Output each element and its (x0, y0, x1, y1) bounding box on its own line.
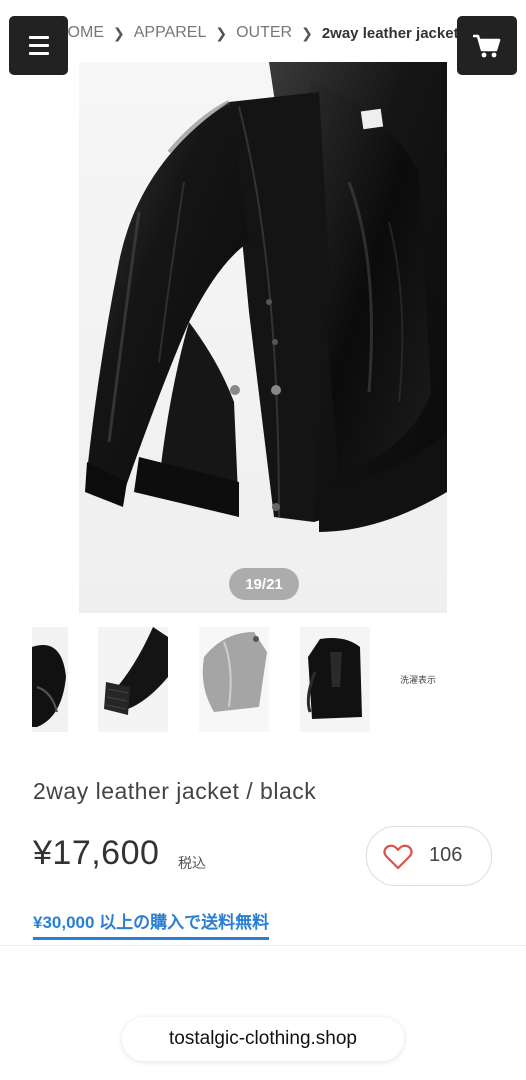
address-bar[interactable]: tostalgic-clothing.shop (122, 1017, 404, 1061)
breadcrumb-current: 2way leather jacket / black (321, 24, 466, 42)
product-title: 2way leather jacket / black (33, 778, 317, 804)
url-text: tostalgic-clothing.shop (169, 1028, 357, 1049)
hamburger-menu-icon (28, 36, 49, 39)
cart-button[interactable] (457, 16, 517, 75)
thumbnail-image[interactable] (32, 627, 68, 732)
thumbnail-care-label[interactable]: 洗濯表示 (400, 673, 472, 687)
breadcrumb-apparel[interactable]: APPAREL (134, 24, 207, 42)
thumbnail-image[interactable] (300, 627, 370, 732)
cart-icon (473, 34, 501, 57)
product-main-image[interactable] (79, 62, 447, 613)
favorite-button[interactable]: 106 (366, 826, 492, 886)
product-price: ¥17,600 (33, 834, 160, 872)
chevron-right-icon: ❯ (113, 24, 125, 41)
chevron-right-icon: ❯ (301, 24, 313, 41)
favorite-count: 106 (429, 844, 463, 866)
thumbnail-image[interactable] (98, 627, 168, 732)
image-counter: 19/21 (229, 568, 299, 600)
menu-button[interactable] (9, 16, 68, 75)
chevron-right-icon: ❯ (215, 24, 228, 41)
tax-label: 税込 (178, 855, 206, 871)
free-shipping-link[interactable]: ¥30,000 以上の購入で送料無料 (33, 908, 270, 940)
breadcrumb: HOME ❯ APPAREL ❯ OUTER ❯ 2way leather ja… (56, 20, 466, 46)
heart-icon (383, 844, 413, 870)
thumbnail-image[interactable] (199, 627, 269, 732)
breadcrumb-outer[interactable]: OUTER (236, 24, 292, 42)
